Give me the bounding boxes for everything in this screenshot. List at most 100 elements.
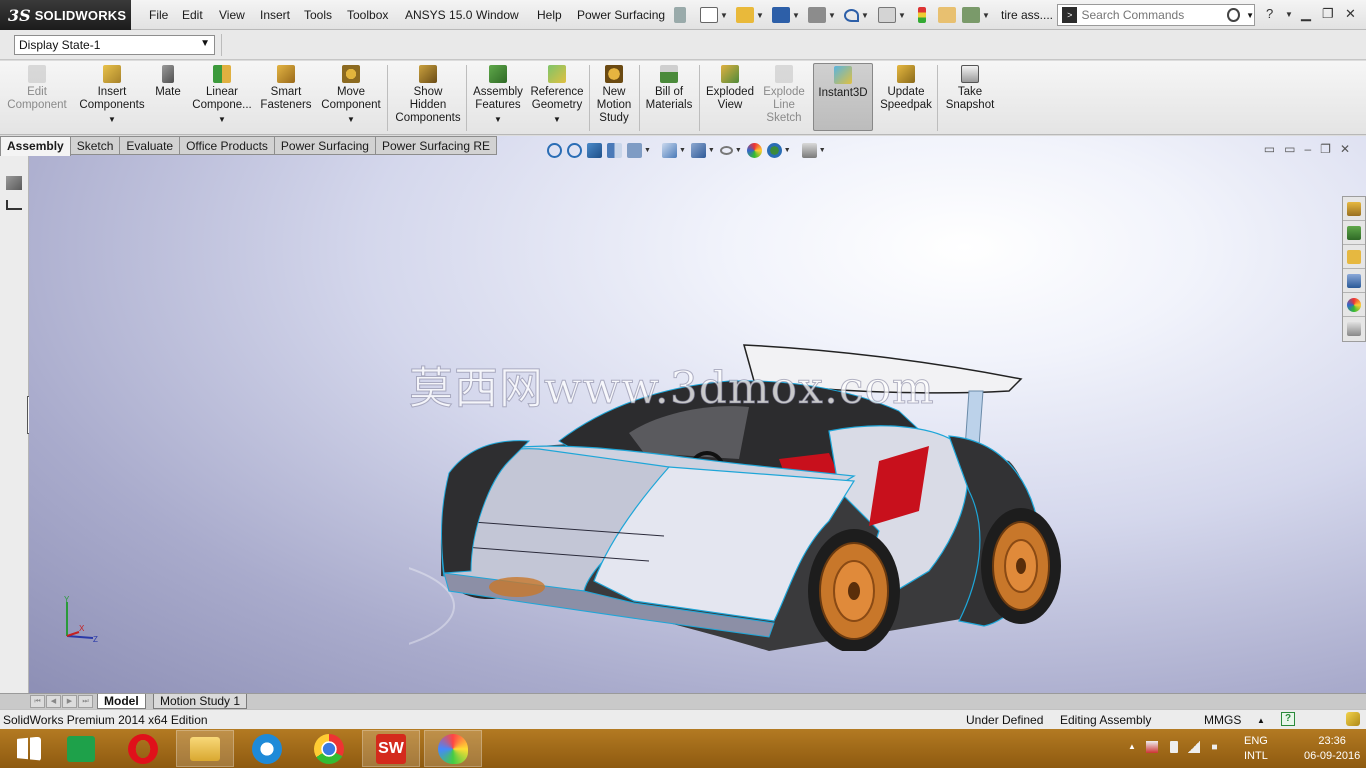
split-view-icon[interactable]: ▭	[1264, 142, 1275, 156]
battery-icon[interactable]	[1170, 741, 1178, 753]
task-pane-design-library[interactable]	[1343, 245, 1365, 269]
help-button[interactable]: ?	[1266, 6, 1273, 21]
task-pane-home[interactable]	[1343, 197, 1365, 221]
start-button[interactable]	[0, 730, 58, 767]
tab-sketch[interactable]: Sketch	[70, 136, 121, 155]
instant3d-button[interactable]: Instant3D	[813, 63, 873, 131]
taskbar-paint[interactable]	[424, 730, 482, 767]
viewport-restore-button[interactable]: ❐	[1320, 142, 1331, 156]
close-button[interactable]: ✕	[1345, 6, 1356, 22]
smart-fasteners-button[interactable]: Smart Fasteners	[256, 65, 316, 133]
assembly-features-button[interactable]: Assembly Features ▼	[470, 65, 526, 133]
taskbar-solidworks[interactable]: SW	[362, 730, 420, 767]
search-icon[interactable]	[1227, 8, 1241, 22]
show-hidden-icons-chevron-up-icon[interactable]: ▲	[1128, 742, 1140, 754]
reference-geometry-button[interactable]: Reference Geometry ▼	[528, 65, 586, 133]
tab-office-products[interactable]: Office Products	[180, 136, 275, 155]
options-button[interactable]: ▼	[962, 5, 990, 25]
display-state-select[interactable]: Display State-1 ▼	[14, 35, 215, 55]
next-tab-icon[interactable]: ▶	[62, 695, 77, 708]
previous-view-icon[interactable]	[587, 142, 602, 158]
menu-power-surfacing[interactable]: Power Surfacing	[577, 8, 665, 22]
chevron-down-icon[interactable]: ▼	[494, 113, 502, 126]
search-dropdown-icon[interactable]: ▼	[1246, 11, 1254, 20]
mate-button[interactable]: Mate	[150, 65, 186, 133]
taskbar-chrome[interactable]	[300, 730, 358, 767]
input-language-indicator[interactable]: ENG INTL	[1244, 734, 1268, 764]
menu-window[interactable]: Window	[476, 8, 519, 22]
explode-line-sketch-button[interactable]: Explode Line Sketch	[760, 65, 808, 133]
apply-scene-icon[interactable]	[766, 142, 782, 158]
update-speedpak-button[interactable]: Update Speedpak	[878, 65, 934, 133]
edit-component-button[interactable]: Edit Component	[4, 65, 70, 133]
viewport-close-button[interactable]: ✕	[1340, 142, 1350, 156]
task-pane-resources[interactable]	[1343, 221, 1365, 245]
task-pane-file-explorer[interactable]	[1343, 269, 1365, 293]
insert-components-button[interactable]: Insert Components ▼	[76, 65, 148, 133]
taskbar-file-explorer[interactable]	[176, 730, 234, 767]
restore-button[interactable]: ❐	[1322, 6, 1334, 22]
show-hidden-components-button[interactable]: Show Hidden Components	[392, 65, 464, 133]
network-signal-icon[interactable]	[1188, 741, 1200, 753]
zoom-to-fit-icon[interactable]	[547, 142, 562, 158]
units-selector[interactable]: MMGS	[1204, 713, 1241, 727]
chevron-down-icon[interactable]: ▼	[108, 113, 116, 126]
rebuild-button[interactable]	[918, 5, 926, 25]
tab-evaluate[interactable]: Evaluate	[120, 136, 181, 155]
chevron-down-icon[interactable]: ▼	[218, 113, 226, 126]
file-properties-button[interactable]	[938, 5, 956, 25]
task-pane-custom-properties[interactable]	[1343, 317, 1365, 341]
tab-power-surfacing-re[interactable]: Power Surfacing RE	[375, 136, 498, 155]
print-button[interactable]: ▼	[808, 5, 836, 25]
exploded-view-button[interactable]: Exploded View	[702, 65, 758, 133]
open-button[interactable]: ▼	[736, 5, 764, 25]
menu-ansys[interactable]: ANSYS 15.0	[405, 8, 472, 22]
zoom-to-area-icon[interactable]	[567, 142, 582, 158]
menu-toolbox[interactable]: Toolbox	[347, 8, 388, 22]
menu-insert[interactable]: Insert	[260, 8, 290, 22]
split-view-2-icon[interactable]: ▭	[1284, 142, 1295, 156]
taskbar-store[interactable]	[52, 730, 110, 767]
prev-tab-icon[interactable]: ◀	[46, 695, 61, 708]
task-pane-appearances[interactable]	[1343, 293, 1365, 317]
move-component-button[interactable]: Move Component ▼	[318, 65, 384, 133]
search-commands[interactable]: > ▼	[1057, 4, 1255, 26]
property-manager-icon[interactable]	[6, 200, 22, 210]
edit-appearance-icon[interactable]	[746, 142, 762, 158]
minimize-button[interactable]: ▁	[1301, 6, 1311, 22]
view-settings-icon[interactable]	[801, 142, 817, 158]
feature-tree-icon[interactable]	[6, 176, 22, 190]
help-status-icon[interactable]: ?	[1281, 712, 1295, 726]
new-motion-study-button[interactable]: New Motion Study	[592, 65, 636, 133]
tab-model[interactable]: Model	[97, 694, 146, 709]
display-style-icon[interactable]	[690, 142, 706, 158]
graphics-area[interactable]: ▼ ▼ ▼ ▼ ▼ ▼ ▭ ▭ ‒ ❐ ✕ 莫西网www.3dmox.com Y…	[29, 136, 1366, 693]
first-tab-icon[interactable]: ⏮	[30, 695, 45, 708]
tab-motion-study-1[interactable]: Motion Study 1	[153, 694, 248, 709]
section-view-icon[interactable]	[607, 142, 622, 158]
menu-file[interactable]: File	[149, 8, 168, 22]
volume-icon[interactable]	[1212, 741, 1224, 753]
take-snapshot-button[interactable]: Take Snapshot	[942, 65, 998, 133]
bill-of-materials-button[interactable]: Bill of Materials	[643, 65, 695, 133]
menu-view[interactable]: View	[219, 8, 245, 22]
dynamic-annotation-icon[interactable]	[627, 142, 642, 158]
pin-icon[interactable]	[674, 5, 686, 25]
select-button[interactable]: ▼	[878, 5, 906, 25]
undo-button[interactable]: ▼	[844, 5, 869, 25]
tag-icon[interactable]	[1346, 712, 1360, 726]
taskbar-opera[interactable]	[114, 730, 172, 767]
new-document-button[interactable]: ▼	[700, 5, 728, 25]
last-tab-icon[interactable]: ⏭	[78, 695, 93, 708]
taskbar-internet-explorer[interactable]	[238, 730, 296, 767]
menu-edit[interactable]: Edit	[182, 8, 203, 22]
action-center-flag-icon[interactable]	[1146, 741, 1158, 753]
linear-component-pattern-button[interactable]: Linear Compone... ▼	[190, 65, 254, 133]
chevron-down-icon[interactable]: ▼	[553, 113, 561, 126]
tab-assembly[interactable]: Assembly	[0, 136, 71, 156]
chevron-down-icon[interactable]: ▼	[347, 113, 355, 126]
search-input[interactable]	[1081, 8, 1222, 22]
solidworks-logo[interactable]: 3S SOLIDWORKS	[0, 0, 131, 30]
units-chevron-up-icon[interactable]: ▲	[1257, 716, 1265, 725]
hide-show-items-icon[interactable]	[719, 145, 733, 155]
